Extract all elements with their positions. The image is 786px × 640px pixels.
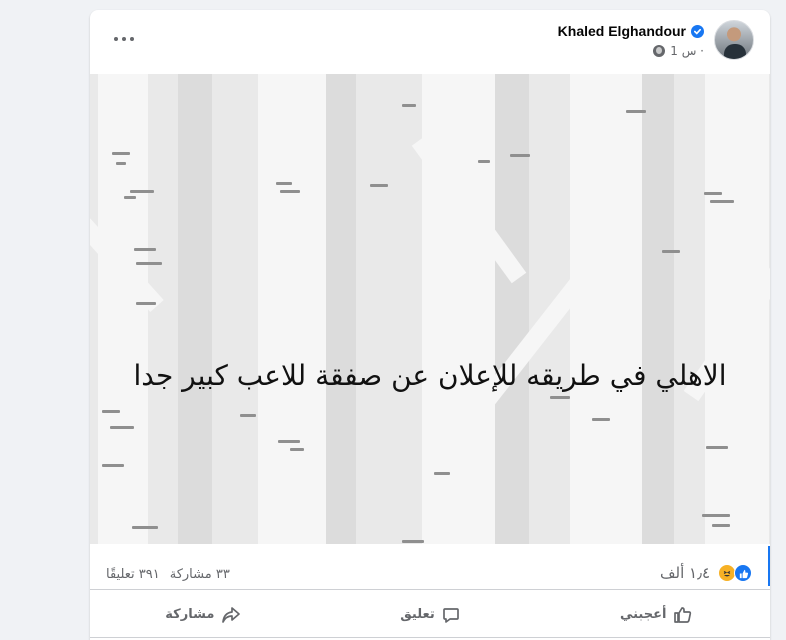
bark-mark [704,192,722,195]
bark-mark [130,190,154,193]
bark-mark [702,514,730,517]
tree-trunk [178,74,212,544]
bark-mark [280,190,300,193]
bark-mark [592,418,610,421]
post-meta: 1 س · [653,44,704,58]
engagement-counts: ٣٩١ تعليقًا ٣٣ مشاركة [106,567,230,582]
tree-trunk [642,74,674,544]
bark-mark [102,464,124,467]
bark-mark [110,426,134,429]
share-button[interactable]: مشاركة [90,592,317,637]
verified-badge-icon [691,24,704,38]
bark-mark [290,448,304,451]
tree-trunk [258,74,326,544]
active-indicator [768,546,770,586]
bark-mark [434,472,450,475]
bark-mark [370,184,388,187]
post-header: Khaled Elghandour 1 س · [90,10,770,72]
bark-mark [136,262,162,265]
bark-mark [402,540,424,543]
more-options-icon[interactable] [114,30,134,48]
comment-label: تعليق [400,607,435,622]
post-actions: مشاركة تعليق أعجبني [90,592,770,638]
bark-mark [710,200,734,203]
bark-mark [112,152,130,155]
bark-mark [510,154,530,157]
bark-mark [662,250,680,253]
post-text: الاهلي في طريقه للإعلان عن صفقة للاعب كب… [133,359,727,392]
author-name[interactable]: Khaled Elghandour [558,23,686,39]
tree-trunk [495,74,529,544]
bark-mark [116,162,126,165]
tree-trunk [326,74,356,544]
bark-mark [706,446,728,449]
post-background-image[interactable]: الاهلي في طريقه للإعلان عن صفقة للاعب كب… [90,74,770,544]
share-icon [222,606,241,623]
bark-mark [278,440,300,443]
bark-mark [550,396,570,399]
share-count[interactable]: ٣٣ مشاركة [170,567,230,582]
comment-button[interactable]: تعليق [317,592,544,637]
like-label: أعجبني [619,607,667,622]
bark-mark [478,160,490,163]
comment-icon [442,607,459,623]
like-button[interactable]: أعجبني [543,592,770,637]
tree-trunk [570,74,642,544]
post-stats: ٣٩١ تعليقًا ٣٣ مشاركة ١٫٤ ألف [90,556,770,590]
bark-mark [102,410,120,413]
comment-count[interactable]: ٣٩١ تعليقًا [106,567,160,582]
bark-mark [132,526,158,529]
bark-mark [712,524,730,527]
like-reaction-icon [734,564,752,582]
reaction-count[interactable]: ١٫٤ ألف [660,564,710,582]
post-time[interactable]: 1 س · [670,44,704,58]
bark-mark [240,414,256,417]
thumbs-up-icon [674,606,692,623]
tree-trunk [98,74,148,544]
avatar[interactable] [714,20,754,60]
bark-mark [136,302,156,305]
post-card: Khaled Elghandour 1 س · الاهلي في طريقه … [90,10,770,640]
bark-mark [402,104,416,107]
author-row: Khaled Elghandour [558,23,704,39]
bark-mark [124,196,136,199]
bark-mark [134,248,156,251]
globe-icon [653,45,666,57]
reactions-summary[interactable]: ١٫٤ ألف [660,564,752,582]
share-label: مشاركة [165,607,215,622]
bark-mark [626,110,646,113]
bark-mark [276,182,292,185]
